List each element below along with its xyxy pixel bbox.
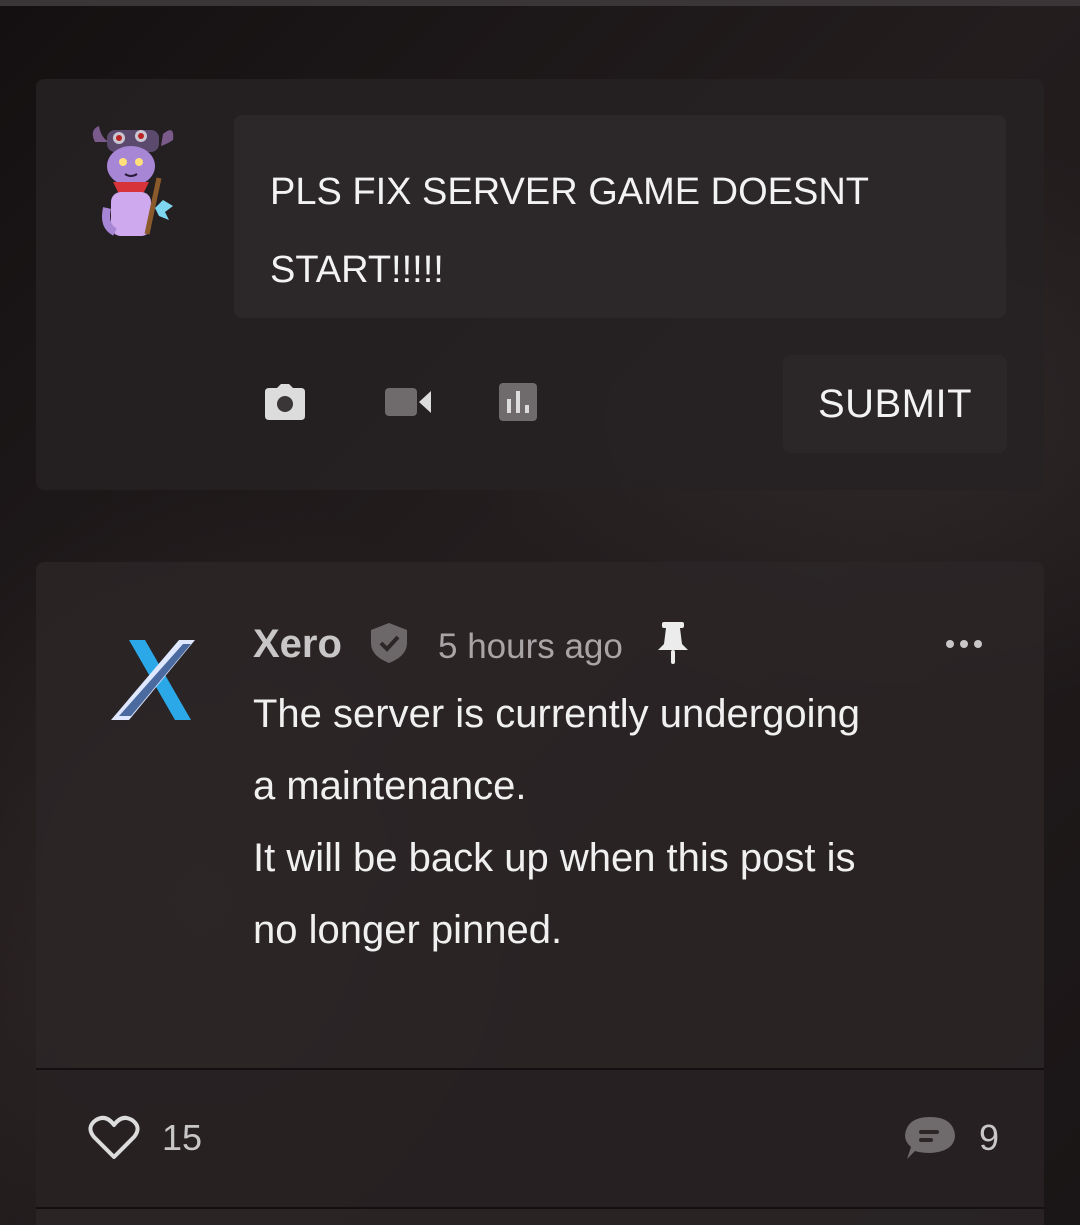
- poll-icon: [499, 383, 537, 421]
- draft-text[interactable]: PLS FIX SERVER GAME DOESNT START!!!!!: [270, 153, 970, 309]
- comment-count: 9: [979, 1117, 1000, 1158]
- post-body-line: no longer pinned.: [253, 908, 563, 952]
- post-body: The server is currently undergoing a mai…: [253, 678, 973, 966]
- heart-icon: [88, 1115, 140, 1159]
- add-photo-button[interactable]: [262, 380, 308, 424]
- add-poll-button[interactable]: [498, 380, 538, 424]
- video-icon: [385, 388, 431, 416]
- verified-shield-icon: [371, 623, 407, 663]
- submit-button[interactable]: SUBMIT: [783, 355, 1007, 453]
- camera-icon: [265, 384, 305, 420]
- more-options-button[interactable]: [940, 630, 988, 658]
- post-body-line: It will be back up when this post is: [253, 836, 856, 880]
- top-divider: [0, 0, 1080, 6]
- author-avatar-x-logo[interactable]: [105, 636, 201, 724]
- add-video-button[interactable]: [382, 380, 434, 424]
- post-timestamp: 5 hours ago: [438, 627, 623, 666]
- author-name[interactable]: Xero: [253, 622, 342, 667]
- comment-bubble-icon: [905, 1117, 955, 1159]
- post-text-input[interactable]: PLS FIX SERVER GAME DOESNT START!!!!!: [234, 115, 1006, 318]
- pin-icon: [658, 622, 688, 664]
- user-avatar[interactable]: [85, 120, 177, 242]
- comments-button[interactable]: 9: [903, 1112, 999, 1164]
- like-count: 15: [162, 1117, 203, 1158]
- post-body-line: The server is currently undergoing: [253, 692, 860, 736]
- like-button[interactable]: 15: [88, 1112, 202, 1164]
- post-body-line: a maintenance.: [253, 764, 527, 808]
- more-dots-icon: [946, 640, 982, 648]
